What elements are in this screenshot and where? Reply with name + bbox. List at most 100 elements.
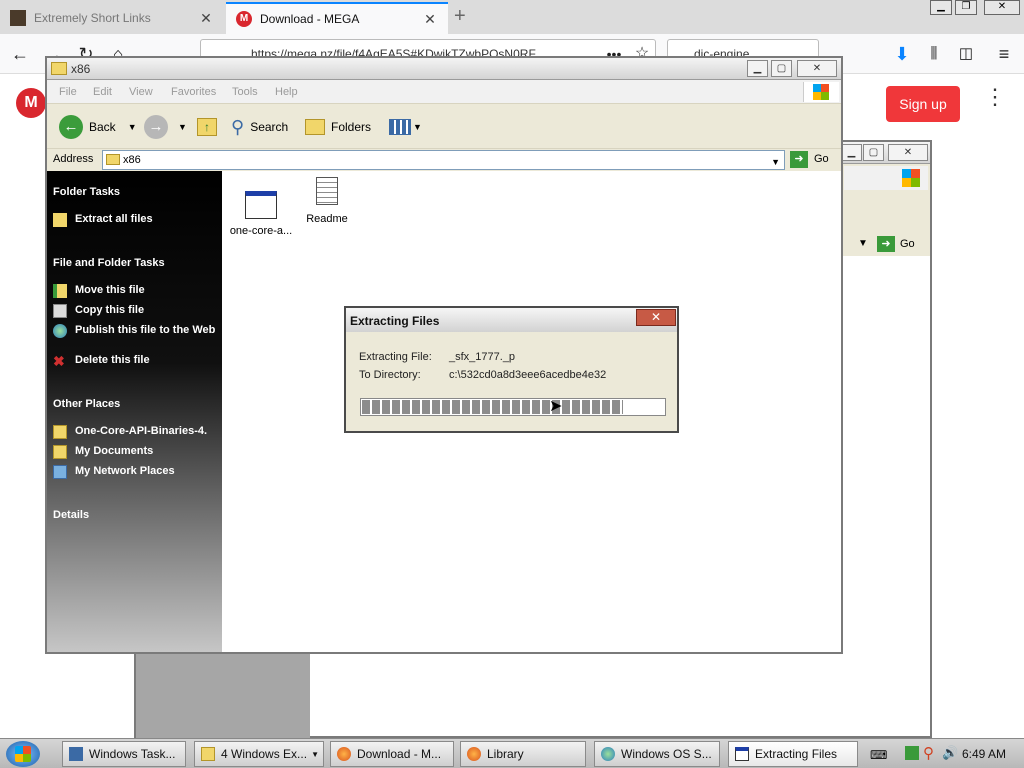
extracting-files-dialog: Extracting Files ✕ Extracting File: _sfx… [344, 306, 679, 433]
maximize-icon[interactable]: ▢ [863, 144, 884, 161]
menu-favorites[interactable]: Favorites [171, 86, 216, 98]
menu-tools[interactable]: Tools [232, 86, 258, 98]
hamburger-menu-icon[interactable]: ≡ [990, 40, 1018, 68]
publish-label: Publish this file to the Web [75, 324, 216, 336]
delete-file-link[interactable]: ✖ Delete this file [53, 354, 218, 368]
move-file-link[interactable]: Move this file [53, 284, 218, 298]
publish-file-link[interactable]: Publish this file to the Web [53, 324, 218, 338]
volume-icon[interactable]: 🔊 [942, 745, 958, 761]
sign-up-button[interactable]: Sign up [886, 86, 960, 122]
file-name: Readme [306, 213, 348, 225]
clock[interactable]: 6:49 AM [962, 747, 1006, 761]
file-item[interactable]: Readme [292, 177, 362, 225]
taskbar-item-windows-explorer[interactable]: 4 Windows Ex... ▼ [194, 741, 324, 767]
folders-button[interactable]: Folders [305, 115, 371, 139]
address-input[interactable]: x86 ▼ [102, 150, 785, 170]
dropdown-arrow-icon[interactable]: ▼ [771, 153, 780, 171]
tab-title: Extremely Short Links [34, 11, 151, 25]
taskbar-item-label: Download - M... [357, 747, 442, 761]
menu-edit[interactable]: Edit [93, 86, 112, 98]
my-documents-icon [53, 445, 67, 459]
copy-file-link[interactable]: Copy this file [53, 304, 218, 318]
dropdown-arrow-icon: ▼ [413, 122, 422, 132]
delete-x-icon: ✖ [53, 353, 65, 369]
mega-logo[interactable]: M [16, 88, 46, 118]
close-tab-icon[interactable]: ✕ [422, 11, 438, 28]
start-button[interactable] [6, 741, 40, 767]
network-icon [53, 465, 67, 479]
magnifier-icon[interactable]: ⚲ [923, 744, 934, 762]
file-folder-tasks-heading: File and Folder Tasks [53, 257, 165, 269]
dialog-title: Extracting Files [346, 308, 677, 332]
details-heading[interactable]: Details [53, 509, 89, 521]
go-button[interactable]: Go [900, 238, 915, 250]
extracting-file-value: _sfx_1777._p [449, 351, 516, 363]
close-window-icon[interactable]: ✕ [984, 0, 1020, 15]
go-button[interactable]: Go [814, 153, 829, 165]
extract-all-files-link[interactable]: Extract all files [53, 213, 218, 227]
new-tab-icon[interactable]: + [454, 5, 466, 28]
extract-all-label: Extract all files [75, 213, 153, 225]
my-network-places-link[interactable]: My Network Places [53, 465, 218, 479]
taskbar-item-download-mega[interactable]: Download - M... [330, 741, 454, 767]
back-arrow-icon[interactable]: ← [6, 40, 34, 68]
minimize-icon[interactable]: ▁ [930, 0, 952, 15]
dropdown-arrow-icon[interactable]: ▼ [128, 122, 137, 132]
maximize-icon[interactable]: ▢ [771, 60, 792, 77]
tab-extremely-short-links[interactable]: Extremely Short Links ✕ [0, 2, 224, 34]
notepad-icon [316, 177, 338, 205]
more-options-icon[interactable]: ⋮ [984, 86, 1006, 108]
restore-icon[interactable]: ❐ [955, 0, 977, 15]
folder-icon [53, 425, 67, 439]
close-tab-icon[interactable]: ✕ [198, 10, 214, 27]
menu-help[interactable]: Help [275, 86, 298, 98]
extract-icon [53, 213, 67, 227]
taskbar-item-task-manager[interactable]: Windows Task... [62, 741, 186, 767]
search-icon: ⚲ [231, 116, 245, 137]
go-arrow-icon[interactable]: ➜ [877, 236, 895, 252]
place-one-core-link[interactable]: One-Core-API-Binaries-4.0 [53, 425, 218, 439]
my-documents-link[interactable]: My Documents [53, 445, 218, 459]
search-label: Search [250, 120, 289, 134]
windows-flag-icon [803, 82, 839, 102]
menu-view[interactable]: View [129, 86, 153, 98]
dropdown-arrow-icon[interactable]: ▼ [858, 238, 868, 249]
window-icon [245, 191, 277, 219]
taskbar-item-label: Windows Task... [89, 747, 176, 761]
menu-bar [844, 166, 928, 190]
forward-button[interactable]: → ▼ [144, 115, 187, 139]
window-icon [735, 747, 749, 761]
menu-file[interactable]: File [59, 86, 77, 98]
go-arrow-icon[interactable]: ➜ [790, 151, 808, 168]
taskbar-item-extracting-files[interactable]: Extracting Files [728, 741, 858, 767]
forward-arrow-icon: → [144, 115, 168, 139]
task-manager-icon [69, 747, 83, 761]
minimize-icon[interactable]: ▁ [747, 60, 768, 77]
place-label: One-Core-API-Binaries-4.0 [75, 425, 207, 437]
taskbar-item-library[interactable]: Library [460, 741, 586, 767]
downloads-icon[interactable]: ⬇ [888, 40, 916, 68]
views-icon [389, 119, 411, 135]
views-button[interactable]: ▼ [389, 115, 422, 139]
tab-download-mega[interactable]: M Download - MEGA ✕ [226, 2, 448, 34]
close-icon[interactable]: ✕ [797, 60, 837, 77]
firefox-icon [467, 747, 481, 761]
up-folder-icon: ↑ [197, 118, 217, 136]
window-title: x86 [71, 62, 91, 76]
search-button[interactable]: ⚲ Search [231, 115, 288, 139]
tray-app-icon[interactable] [905, 746, 919, 760]
close-icon[interactable]: ✕ [636, 309, 676, 326]
back-button[interactable]: ← Back ▼ [59, 115, 137, 139]
keyboard-icon[interactable]: ⌨ [870, 748, 887, 762]
sidebar-icon[interactable]: ◫ [952, 40, 980, 68]
taskbar-item-label: Extracting Files [755, 747, 838, 761]
taskbar-item-windows-os[interactable]: Windows OS S... [594, 741, 720, 767]
progress-fill [362, 400, 624, 414]
dropdown-arrow-icon[interactable]: ▼ [178, 122, 187, 132]
close-icon[interactable]: ✕ [888, 144, 928, 161]
minimize-icon[interactable]: ▁ [841, 144, 862, 161]
taskbar-item-label: 4 Windows Ex... [221, 747, 308, 761]
up-folder-button[interactable]: ↑ [197, 115, 217, 139]
library-icon[interactable]: ⫼ [920, 40, 948, 68]
file-item[interactable]: one-core-a... [226, 191, 296, 237]
